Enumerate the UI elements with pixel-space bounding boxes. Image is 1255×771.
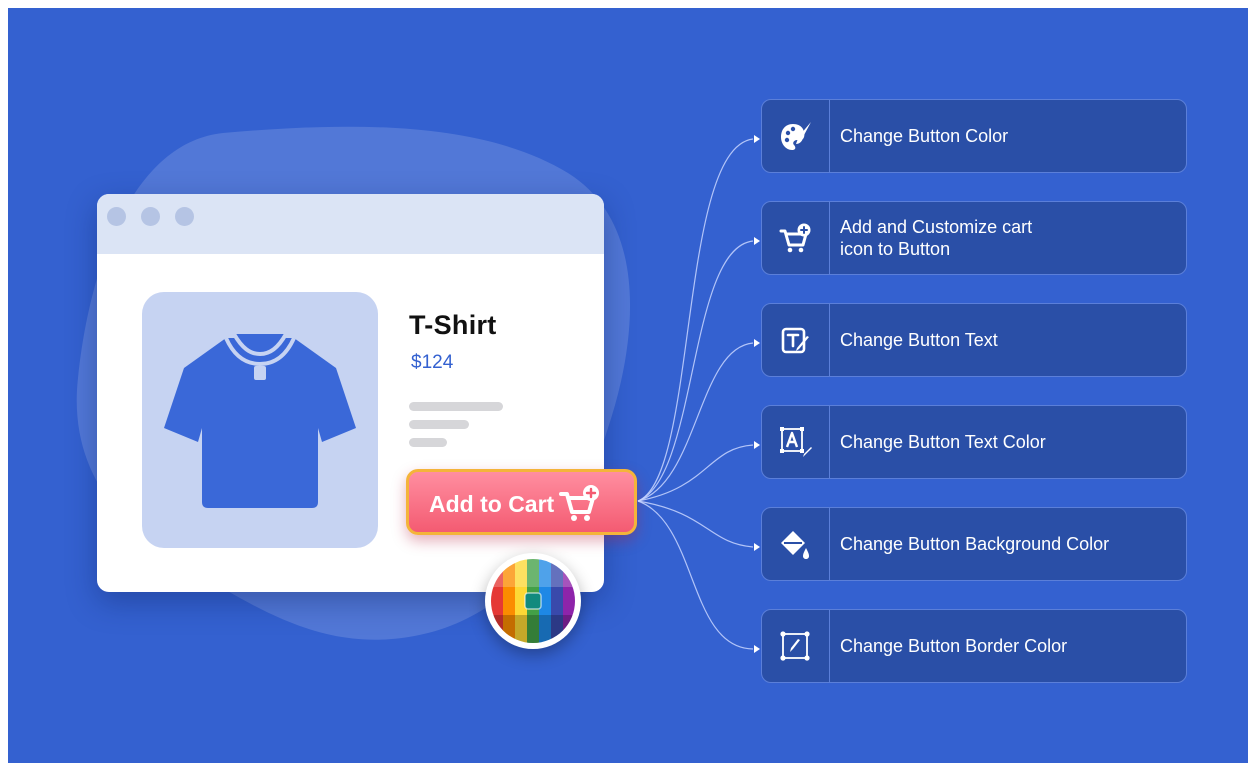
feature-icon-cell: [762, 304, 830, 376]
feature-icon-cell: [762, 610, 830, 682]
border-color-icon: [780, 631, 810, 661]
feature-change-background-color: Change Button Background Color: [761, 507, 1187, 581]
feature-label: Change Button Background Color: [840, 534, 1110, 554]
feature-label: Change Button Text: [840, 330, 998, 350]
feature-icon-cell: [762, 508, 830, 580]
paint-bucket-icon: [781, 531, 809, 559]
palette-brush-icon: [781, 122, 811, 150]
text-edit-icon: [781, 327, 809, 354]
feature-label: Change Button Text Color: [840, 432, 1046, 452]
cart-plus-icon: [779, 223, 811, 253]
feature-cart-icon: Add and Customize cart icon to Button: [761, 201, 1187, 275]
feature-change-button-color: Change Button Color: [761, 99, 1187, 173]
feature-label: Change Button Color: [840, 126, 1009, 146]
feature-label: Add and Customize cart icon to Button: [840, 217, 1033, 259]
feature-change-button-text: Change Button Text: [761, 303, 1187, 377]
text-color-icon: [780, 427, 812, 457]
feature-change-border-color: Change Button Border Color: [761, 609, 1187, 683]
banner-canvas: T-Shirt $124 Add to Cart Change Button C…: [8, 8, 1248, 763]
feature-change-text-color: Change Button Text Color: [761, 405, 1187, 479]
feature-icon-cell: [762, 100, 830, 172]
feature-label: Change Button Border Color: [840, 636, 1068, 656]
feature-icon-cell: [762, 406, 830, 478]
feature-icon-cell: [762, 202, 830, 274]
